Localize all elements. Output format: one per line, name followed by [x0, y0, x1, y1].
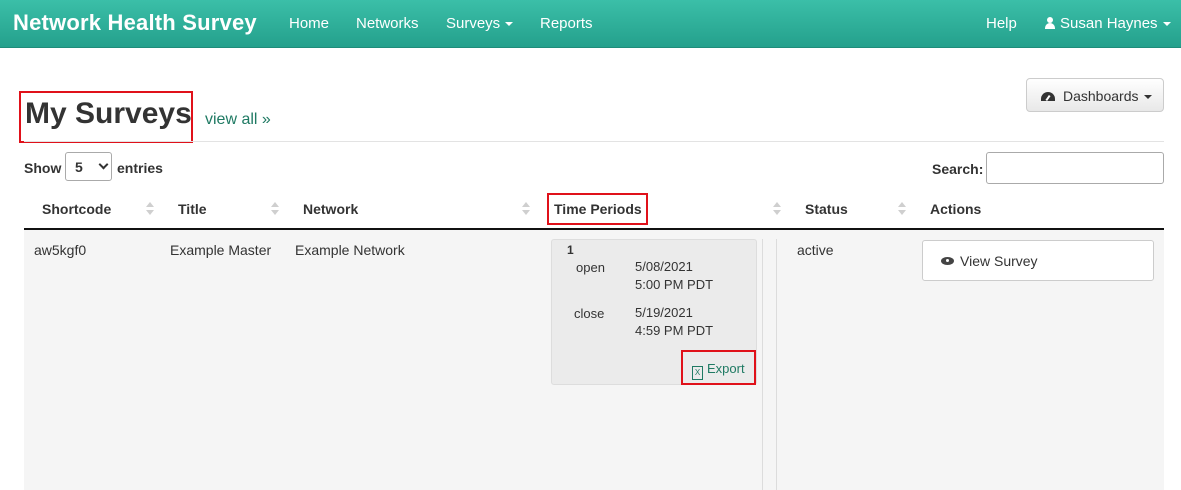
dashboards-button[interactable]: Dashboards	[1026, 78, 1164, 112]
column-header-title[interactable]: Title	[178, 201, 207, 217]
sort-icon[interactable]	[522, 202, 530, 216]
sort-icon[interactable]	[146, 202, 154, 216]
column-divider	[762, 239, 763, 490]
brand-title[interactable]: Network Health Survey	[13, 10, 257, 36]
column-header-actions: Actions	[930, 201, 982, 217]
sort-icon[interactable]	[773, 202, 781, 216]
view-all-link[interactable]: view all »	[205, 111, 271, 129]
header-divider	[24, 141, 1164, 142]
open-time: 5:00 PM PDT	[635, 277, 714, 292]
dashboard-icon	[1041, 92, 1055, 101]
page-title: My Surveys	[25, 97, 192, 130]
nav-reports[interactable]: Reports	[540, 15, 593, 32]
nav-networks[interactable]: Networks	[356, 15, 419, 32]
cell-shortcode: aw5kgf0	[34, 242, 87, 258]
cell-status: active	[797, 242, 834, 258]
user-name: Susan Haynes	[1060, 15, 1158, 32]
caret-down-icon	[505, 22, 514, 27]
caret-down-icon	[1143, 95, 1152, 100]
user-menu[interactable]: Susan Haynes	[1045, 15, 1171, 32]
dashboards-label: Dashboards	[1063, 88, 1139, 104]
entries-select-value: 5	[75, 159, 83, 175]
close-label: close	[574, 306, 605, 321]
sort-icon[interactable]	[271, 202, 279, 216]
view-survey-label: View Survey	[960, 253, 1038, 269]
chevron-down-icon	[98, 159, 109, 170]
open-label: open	[576, 260, 605, 275]
column-header-shortcode[interactable]: Shortcode	[42, 201, 111, 217]
cell-network: Example Network	[295, 242, 405, 258]
nav-home[interactable]: Home	[289, 15, 329, 32]
eye-icon	[941, 257, 954, 265]
entries-select[interactable]: 5	[65, 152, 112, 181]
show-label: Show	[24, 160, 62, 176]
open-date: 5/08/2021	[635, 259, 693, 274]
user-icon	[1045, 17, 1055, 29]
close-date: 5/19/2021	[635, 305, 693, 320]
nav-surveys-label: Surveys	[446, 15, 501, 32]
nav-surveys[interactable]: Surveys	[446, 15, 514, 32]
export-highlight-box	[681, 350, 756, 385]
column-header-status[interactable]: Status	[805, 201, 848, 217]
top-navbar: Network Health Survey Home Networks Surv…	[0, 0, 1181, 48]
cell-title: Example Master	[170, 242, 272, 258]
caret-down-icon	[1162, 22, 1171, 27]
search-input[interactable]	[986, 152, 1164, 184]
search-label: Search:	[932, 161, 984, 177]
time-periods-highlight-box	[547, 193, 648, 225]
column-header-network[interactable]: Network	[303, 201, 358, 217]
sort-icon[interactable]	[898, 202, 906, 216]
entries-label: entries	[117, 160, 163, 176]
nav-help[interactable]: Help	[986, 15, 1017, 32]
time-period-number: 1	[567, 243, 574, 257]
close-time: 4:59 PM PDT	[635, 323, 714, 338]
view-survey-button[interactable]: View Survey	[922, 240, 1154, 281]
column-divider	[776, 239, 777, 490]
